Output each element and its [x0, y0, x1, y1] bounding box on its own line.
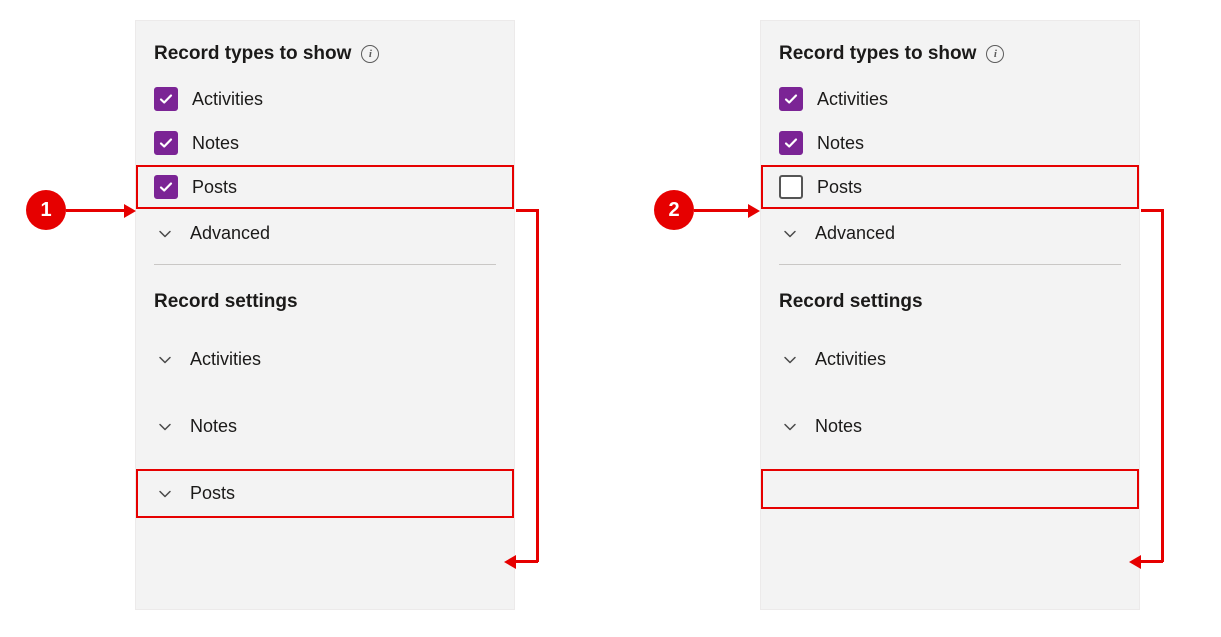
- record-types-heading: Record types to show i: [761, 21, 1139, 77]
- expander-posts-label: Posts: [190, 483, 235, 504]
- expander-advanced-label: Advanced: [815, 223, 895, 244]
- checkbox-row-activities[interactable]: Activities: [136, 77, 514, 121]
- expander-notes[interactable]: Notes: [136, 402, 514, 451]
- checkbox-activities-label: Activities: [817, 89, 888, 110]
- info-icon[interactable]: i: [361, 45, 379, 63]
- callout-marker-2-text: 2: [668, 199, 679, 222]
- record-settings-heading: Record settings: [761, 269, 1139, 325]
- checkbox-activities-label: Activities: [192, 89, 263, 110]
- expander-posts[interactable]: Posts: [136, 469, 514, 518]
- checkbox-row-posts[interactable]: Posts: [136, 165, 514, 209]
- expander-posts-missing: [761, 469, 1139, 509]
- checkbox-posts[interactable]: [779, 175, 803, 199]
- checkbox-posts-label: Posts: [817, 177, 862, 198]
- record-types-heading-text: Record types to show: [154, 43, 351, 65]
- connector-line: [516, 209, 538, 212]
- checkbox-notes-label: Notes: [192, 133, 239, 154]
- checkbox-row-notes[interactable]: Notes: [136, 121, 514, 165]
- chevron-down-icon: [158, 420, 172, 434]
- checkbox-row-notes[interactable]: Notes: [761, 121, 1139, 165]
- info-icon[interactable]: i: [986, 45, 1004, 63]
- divider: [154, 264, 496, 265]
- checkbox-notes[interactable]: [154, 131, 178, 155]
- expander-advanced-label: Advanced: [190, 223, 270, 244]
- chevron-down-icon: [158, 353, 172, 367]
- chevron-down-icon: [158, 227, 172, 241]
- checkbox-posts-label: Posts: [192, 177, 237, 198]
- checkbox-posts[interactable]: [154, 175, 178, 199]
- checkbox-notes[interactable]: [779, 131, 803, 155]
- record-settings-heading-text: Record settings: [779, 291, 923, 313]
- record-types-heading: Record types to show i: [136, 21, 514, 77]
- connector-line: [536, 209, 539, 562]
- arrow-head-icon: [504, 555, 516, 569]
- expander-activities[interactable]: Activities: [761, 335, 1139, 384]
- connector-line: [1161, 209, 1164, 562]
- divider: [779, 264, 1121, 265]
- settings-panel-right: Record types to show i Activities Notes …: [760, 20, 1140, 610]
- expander-notes-label: Notes: [815, 416, 862, 437]
- expander-advanced[interactable]: Advanced: [136, 209, 514, 258]
- checkbox-row-activities[interactable]: Activities: [761, 77, 1139, 121]
- checkbox-row-posts[interactable]: Posts: [761, 165, 1139, 209]
- checkbox-activities[interactable]: [779, 87, 803, 111]
- connector-line: [516, 560, 538, 563]
- connector-line: [1141, 209, 1163, 212]
- arrow-shaft: [66, 209, 124, 212]
- connector-line: [1141, 560, 1163, 563]
- expander-activities-label: Activities: [190, 349, 261, 370]
- record-settings-heading: Record settings: [136, 269, 514, 325]
- chevron-down-icon: [158, 487, 172, 501]
- callout-marker-1: 1: [26, 190, 66, 230]
- expander-activities-label: Activities: [815, 349, 886, 370]
- settings-panel-left: Record types to show i Activities Notes …: [135, 20, 515, 610]
- record-types-heading-text: Record types to show: [779, 43, 976, 65]
- callout-marker-1-text: 1: [40, 199, 51, 222]
- chevron-down-icon: [783, 353, 797, 367]
- checkbox-notes-label: Notes: [817, 133, 864, 154]
- expander-advanced[interactable]: Advanced: [761, 209, 1139, 258]
- record-settings-heading-text: Record settings: [154, 291, 298, 313]
- chevron-down-icon: [783, 420, 797, 434]
- chevron-down-icon: [783, 227, 797, 241]
- arrow-head-icon: [124, 204, 136, 218]
- expander-notes-label: Notes: [190, 416, 237, 437]
- arrow-shaft: [694, 209, 748, 212]
- checkbox-activities[interactable]: [154, 87, 178, 111]
- callout-marker-2: 2: [654, 190, 694, 230]
- expander-notes[interactable]: Notes: [761, 402, 1139, 451]
- arrow-head-icon: [748, 204, 760, 218]
- arrow-head-icon: [1129, 555, 1141, 569]
- expander-activities[interactable]: Activities: [136, 335, 514, 384]
